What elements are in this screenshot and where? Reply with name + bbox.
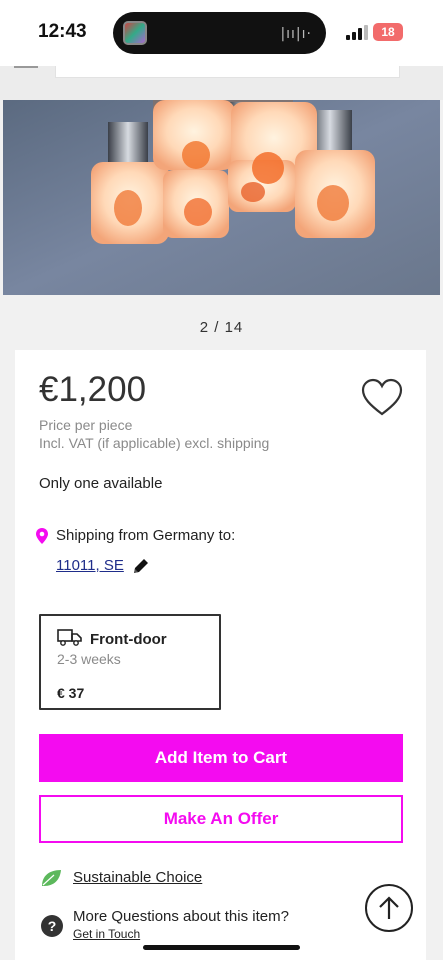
delivery-option-card[interactable]: Front-door 2-3 weeks € 37 xyxy=(39,614,221,710)
make-offer-button[interactable]: Make An Offer xyxy=(39,795,403,843)
shipping-from-label: Shipping from Germany to: xyxy=(56,527,236,544)
question-icon: ? xyxy=(41,915,63,937)
product-price: €1,200 xyxy=(39,370,147,409)
header-remnant xyxy=(0,66,443,100)
product-image[interactable] xyxy=(3,100,440,295)
shipping-destination-link[interactable]: 11011, SE xyxy=(56,557,124,574)
add-to-cart-button[interactable]: Add Item to Cart xyxy=(39,734,403,782)
delivery-price: € 37 xyxy=(57,685,85,701)
delivery-title: Front-door xyxy=(90,631,167,648)
header-card xyxy=(55,66,400,78)
menu-icon[interactable] xyxy=(14,66,38,68)
app-activity-icon xyxy=(123,21,147,45)
scroll-to-top-button[interactable] xyxy=(365,884,413,932)
audio-wave-icon: |ıı|ı· xyxy=(280,26,312,42)
lamp-illustration xyxy=(3,100,440,295)
status-bar: 12:43 |ıı|ı· 18 xyxy=(0,0,443,66)
questions-label: More Questions about this item? xyxy=(73,908,289,925)
home-indicator[interactable] xyxy=(143,945,300,950)
heart-icon[interactable] xyxy=(360,378,404,418)
get-in-touch-link[interactable]: Get in Touch xyxy=(73,927,140,941)
location-pin-icon xyxy=(36,528,48,544)
arrow-up-icon xyxy=(379,896,399,919)
image-counter: 2 / 14 xyxy=(199,319,244,336)
truck-icon xyxy=(57,629,82,646)
dynamic-island[interactable]: |ıı|ı· xyxy=(113,12,326,54)
vat-note: Incl. VAT (if applicable) excl. shipping xyxy=(39,435,270,451)
product-panel: €1,200 Price per piece Incl. VAT (if app… xyxy=(15,350,426,960)
signal-icon xyxy=(346,24,368,40)
leaf-icon xyxy=(42,870,61,886)
pencil-icon[interactable] xyxy=(131,556,151,576)
availability-text: Only one available xyxy=(39,475,163,492)
price-per-piece: Price per piece xyxy=(39,417,133,433)
delivery-duration: 2-3 weeks xyxy=(57,651,121,667)
sustainable-choice-link[interactable]: Sustainable Choice xyxy=(73,869,202,886)
battery-icon: 18 xyxy=(373,23,403,41)
status-time: 12:43 xyxy=(38,21,87,42)
